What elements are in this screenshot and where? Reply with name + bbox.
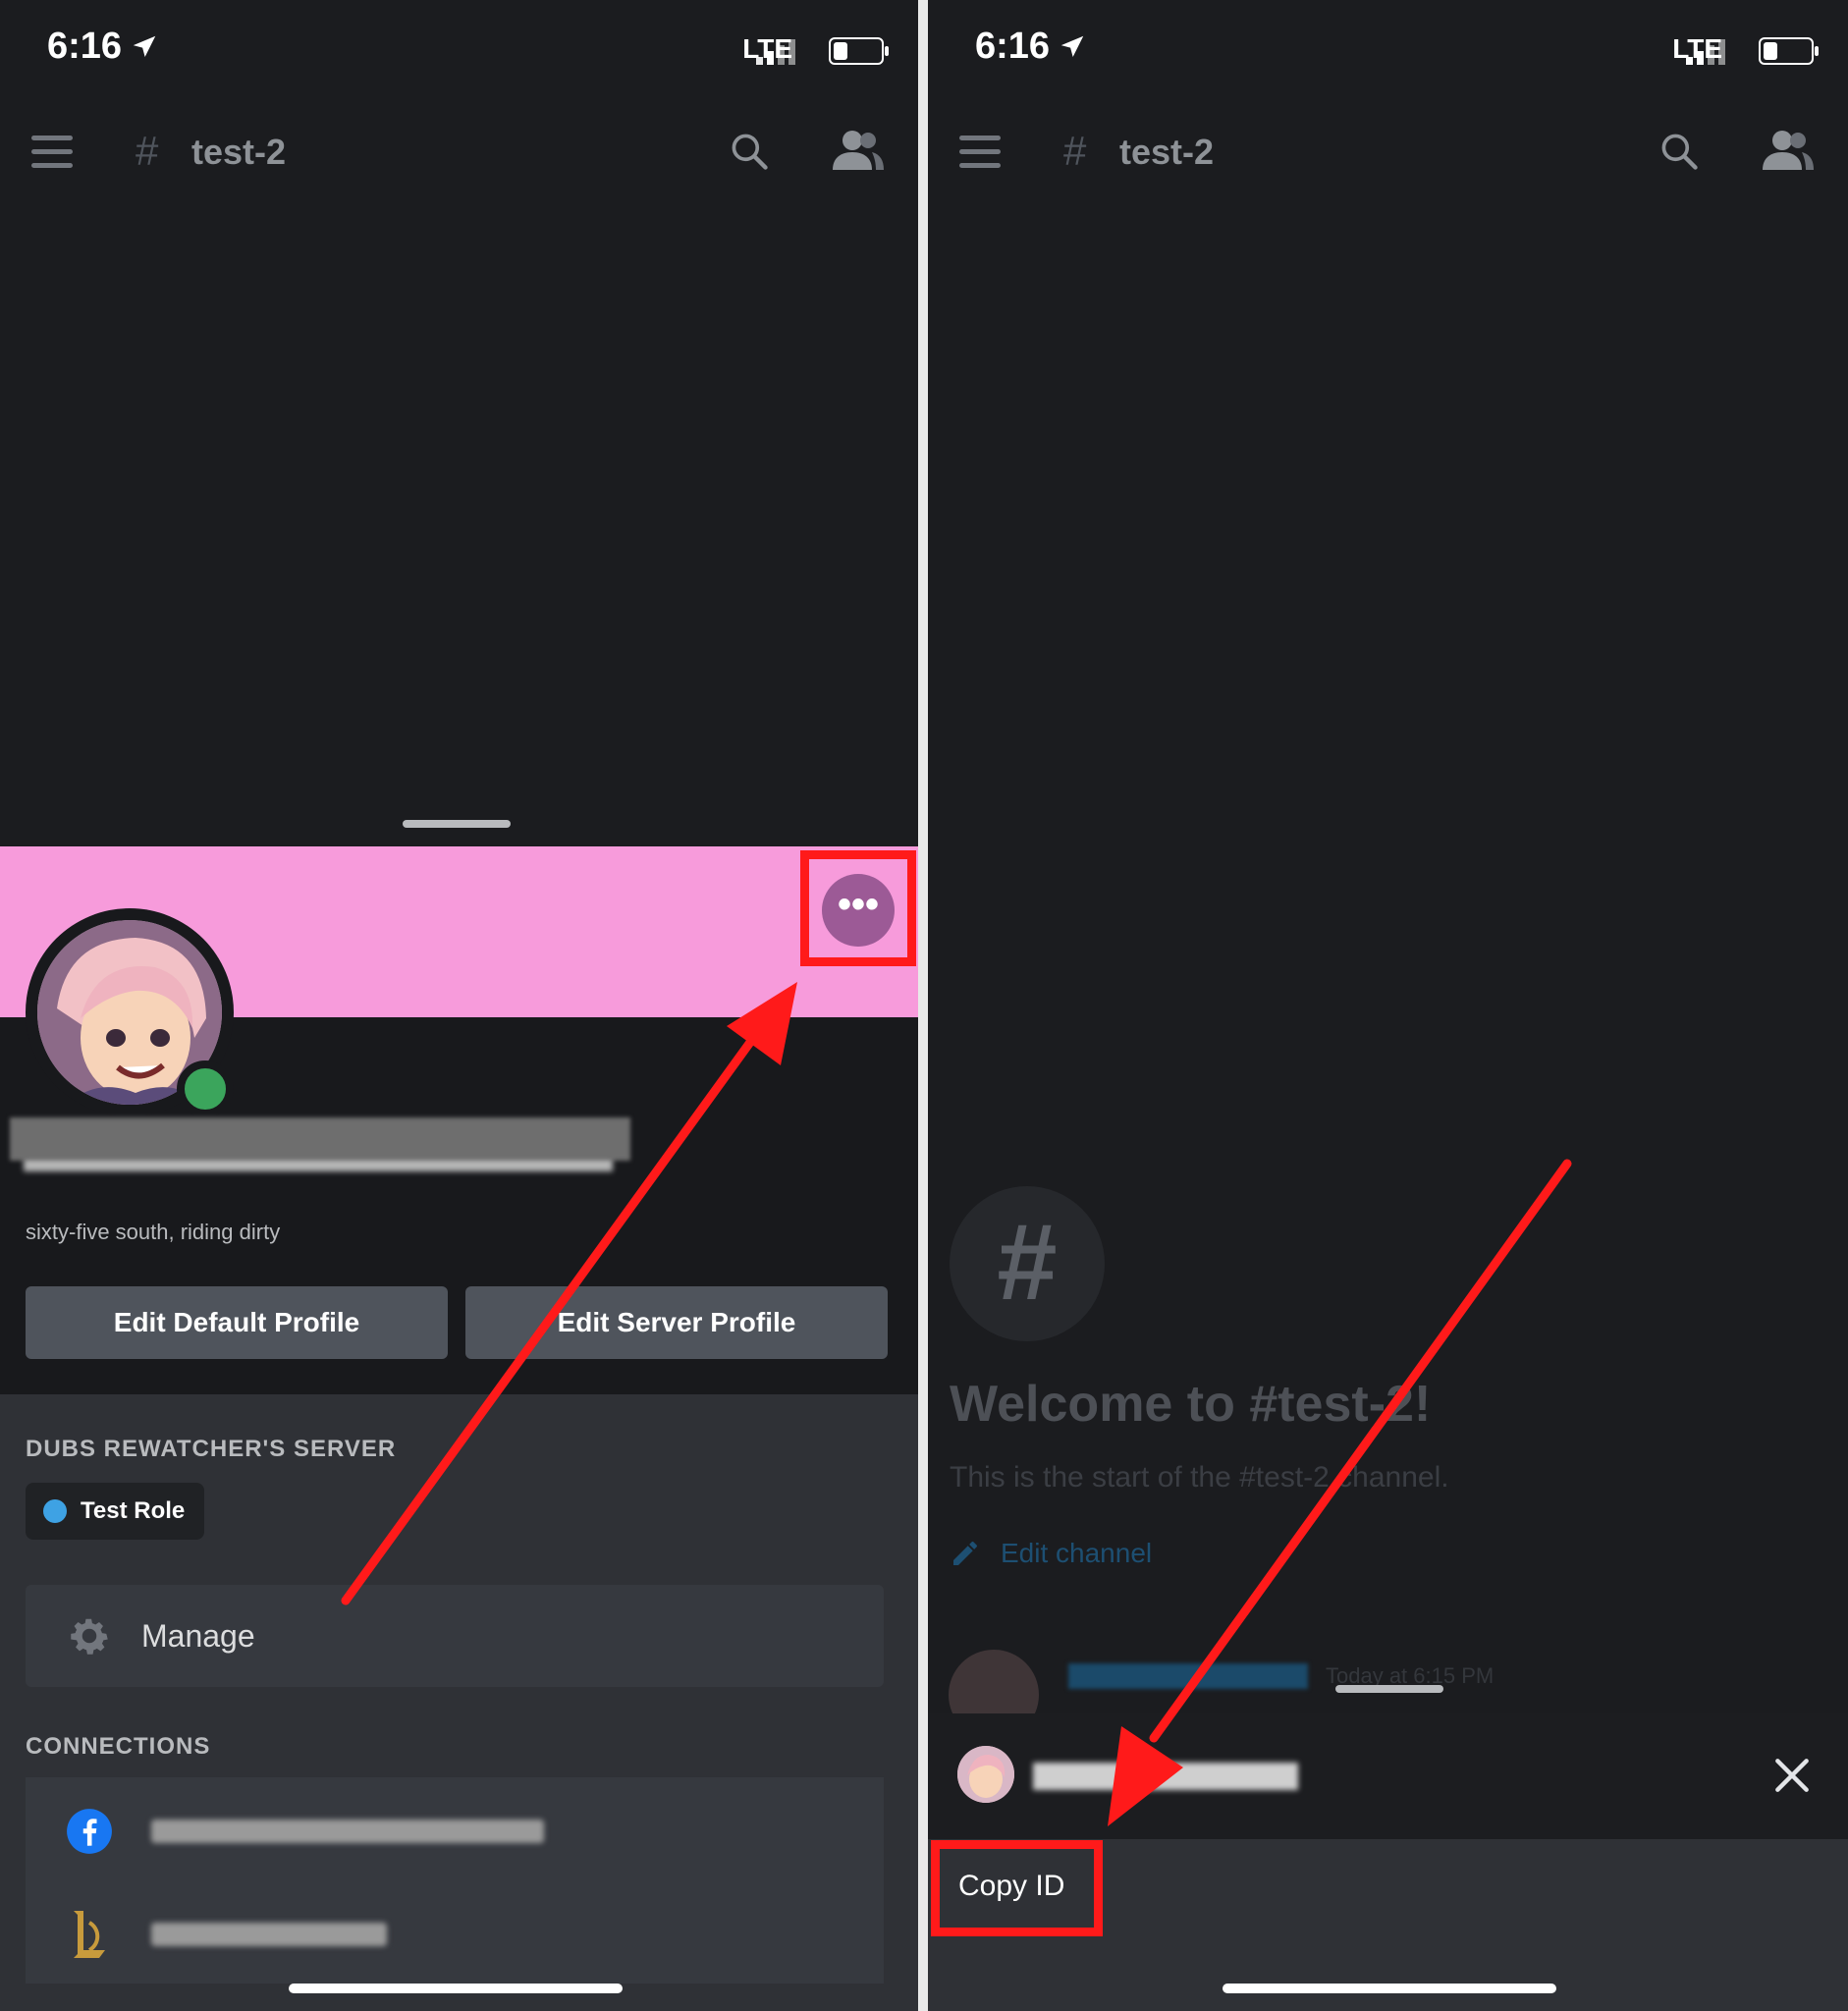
battery-icon [829,37,889,65]
context-sheet-handle[interactable] [1335,1685,1443,1693]
right-screen: 6:16 LTE # test-2 [928,0,1848,2011]
facebook-account-redacted [151,1820,544,1843]
connection-league[interactable] [26,1885,884,1984]
close-icon[interactable] [1770,1754,1814,1797]
online-status-badge [177,1060,234,1117]
status-time-right: 6:16 [975,26,1087,68]
battery-icon [1759,37,1819,65]
edit-default-profile-button[interactable]: Edit Default Profile [26,1286,448,1359]
profile-bio: sixty-five south, riding dirty [26,1220,281,1244]
message-author-redacted[interactable] [1068,1663,1308,1689]
channel-name: test-2 [191,132,287,172]
context-username-redacted [1033,1763,1298,1790]
screen-divider [918,0,928,2011]
channel-start-text: This is the start of the #test-2 channel… [950,1461,1449,1494]
hamburger-icon[interactable] [959,136,1001,177]
connections-section-title: CONNECTIONS [26,1733,211,1760]
league-account-redacted [151,1923,387,1946]
channel-name: test-2 [1119,132,1215,172]
location-arrow-icon [133,35,156,57]
highlight-more-button [800,850,916,966]
channel-hash-icon: # [136,128,159,174]
league-icon [74,1911,105,1958]
edit-channel-link[interactable]: Edit channel [950,1538,1152,1569]
role-color-dot [43,1499,67,1523]
manage-label: Manage [141,1617,255,1654]
network-label: LTE [1672,33,1722,64]
status-bar-right: 6:16 LTE [928,0,1848,98]
context-user-avatar [957,1746,1014,1803]
pencil-icon [953,1541,977,1565]
role-label: Test Role [81,1497,186,1524]
channel-header: # test-2 [0,108,918,196]
channel-hash-icon: # [1063,128,1087,174]
search-icon[interactable] [1658,130,1701,173]
search-icon[interactable] [728,130,771,173]
status-bar: 6:16 LTE [0,0,918,98]
username-redaction-bar [10,1117,630,1161]
welcome-heading: Welcome to #test-2! [950,1376,1432,1433]
home-indicator-right [1223,1984,1556,1993]
status-time: 6:16 [47,26,159,68]
gear-icon [71,1618,108,1655]
hamburger-icon[interactable] [31,136,73,177]
highlight-copy-id [931,1840,1103,1936]
network-label: LTE [742,33,792,64]
server-section-title: DUBS REWATCHER'S SERVER [26,1436,397,1462]
members-icon[interactable] [833,128,884,173]
sheet-drag-handle[interactable] [403,820,511,828]
role-pill[interactable]: Test Role [26,1483,204,1540]
edit-channel-label: Edit channel [1001,1538,1153,1568]
channel-hash-badge: # [950,1186,1105,1341]
channel-header-right: # test-2 [928,108,1848,196]
home-indicator [289,1984,623,1993]
location-arrow-icon [1060,35,1084,57]
manage-button[interactable]: Manage [26,1585,884,1687]
edit-server-profile-button[interactable]: Edit Server Profile [465,1286,888,1359]
facebook-icon [67,1809,112,1854]
connection-facebook[interactable] [26,1777,884,1885]
members-icon[interactable] [1763,128,1814,173]
